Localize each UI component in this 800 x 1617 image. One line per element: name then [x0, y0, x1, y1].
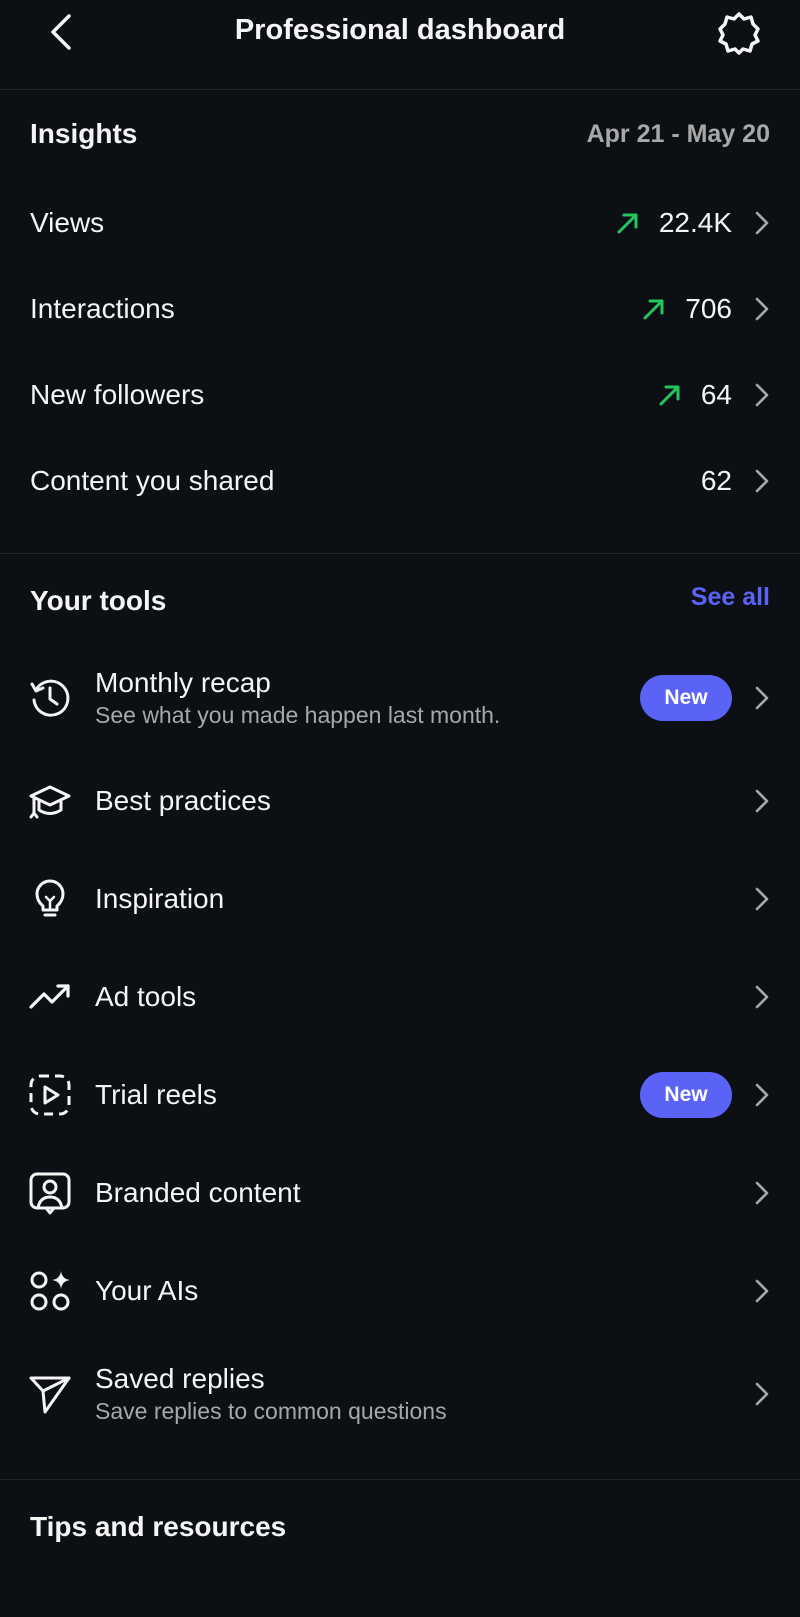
tool-item-branded-content[interactable]: Branded content: [0, 1145, 800, 1241]
chevron-right-icon: [755, 297, 769, 321]
chevron-right-icon: [755, 469, 769, 493]
chevron-right-icon: [755, 686, 769, 710]
chevron-right-icon: [755, 789, 769, 813]
tool-item-saved-replies[interactable]: Saved replies Save replies to common que…: [0, 1346, 800, 1442]
metric-label: New followers: [30, 379, 205, 410]
tool-item-inspiration[interactable]: Inspiration: [0, 851, 800, 947]
gear-icon: [718, 12, 760, 55]
trend-up-icon: [659, 385, 680, 406]
ai-sparkle-icon: [30, 1271, 70, 1311]
see-all-link[interactable]: See all: [691, 583, 770, 612]
history-icon: [30, 679, 70, 717]
chevron-right-icon: [755, 985, 769, 1009]
tool-title: Saved replies: [95, 1363, 265, 1394]
graduation-cap-icon: [29, 785, 71, 819]
metric-label: Interactions: [30, 293, 175, 324]
metric-value: 706: [685, 293, 732, 324]
section-divider: [0, 553, 800, 554]
tool-item-trial-reels[interactable]: Trial reels New: [0, 1047, 800, 1143]
metric-label: Content you shared: [30, 465, 275, 496]
branded-content-icon: [29, 1172, 71, 1215]
tool-item-ad-tools[interactable]: Ad tools: [0, 949, 800, 1045]
metric-value: 64: [700, 379, 732, 410]
trend-up-icon: [643, 299, 664, 320]
paper-plane-icon: [29, 1376, 71, 1414]
metric-row-content-shared[interactable]: Content you shared 62: [0, 438, 800, 524]
tool-title: Branded content: [95, 1177, 301, 1208]
top-bar: Professional dashboard: [0, 0, 800, 90]
tool-item-best-practices[interactable]: Best practices: [0, 753, 800, 849]
metric-row-views[interactable]: Views 22.4K: [0, 180, 800, 266]
chevron-right-icon: [755, 1279, 769, 1303]
chevron-right-icon: [755, 383, 769, 407]
tool-title: Ad tools: [95, 981, 197, 1012]
chevron-right-icon: [755, 1083, 769, 1107]
insights-title: Insights: [30, 118, 138, 149]
chevron-right-icon: [755, 887, 769, 911]
lightbulb-icon: [35, 879, 65, 917]
tool-item-your-ais[interactable]: Your AIs: [0, 1243, 800, 1339]
chevron-right-icon: [755, 211, 769, 235]
metric-row-interactions[interactable]: Interactions 706: [0, 266, 800, 352]
new-badge: New: [640, 1072, 732, 1118]
trend-up-icon: [617, 213, 638, 234]
tool-title: Best practices: [95, 785, 271, 816]
tool-subtitle: Save replies to common questions: [95, 1398, 447, 1424]
tools-title: Your tools: [30, 585, 167, 616]
section-divider: [0, 1479, 800, 1480]
tool-title: Your AIs: [95, 1275, 199, 1306]
metric-row-new-followers[interactable]: New followers 64: [0, 352, 800, 438]
trial-reels-icon: [29, 1074, 71, 1116]
tool-item-monthly-recap[interactable]: Monthly recap See what you made happen l…: [0, 650, 800, 746]
date-range[interactable]: Apr 21 - May 20: [587, 120, 770, 149]
metric-label: Views: [30, 207, 105, 238]
tool-title: Trial reels: [95, 1079, 217, 1110]
chevron-right-icon: [755, 1382, 769, 1406]
chevron-right-icon: [755, 1181, 769, 1205]
settings-button[interactable]: [716, 10, 762, 56]
metric-value: 62: [700, 465, 732, 496]
tool-title: Monthly recap: [95, 667, 271, 698]
metric-value: 22.4K: [658, 207, 732, 238]
tool-title: Inspiration: [95, 883, 225, 914]
tool-subtitle: See what you made happen last month.: [95, 702, 501, 728]
new-badge: New: [640, 675, 732, 721]
trending-up-icon: [29, 984, 70, 1009]
page-title: Professional dashboard: [234, 14, 566, 46]
tips-title: Tips and resources: [30, 1511, 287, 1542]
